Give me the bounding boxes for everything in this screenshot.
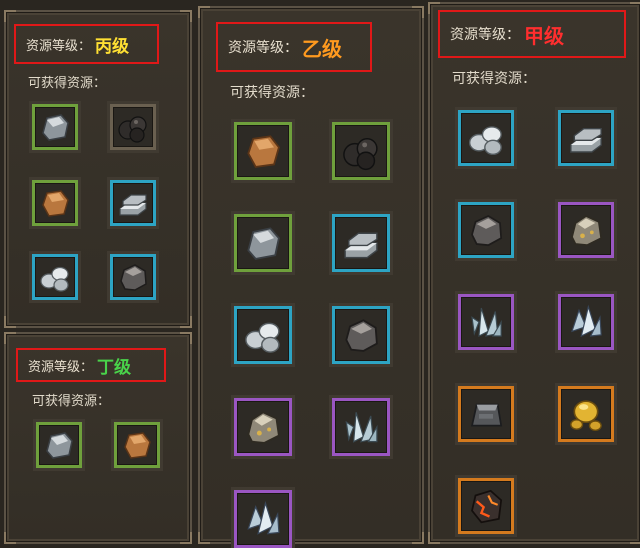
gold-speck-ore-icon: [571, 215, 603, 247]
resource-slot[interactable]: [332, 306, 390, 364]
resource-slot[interactable]: [234, 214, 292, 272]
panel-grade-yi: 资源等级： 乙级 可获得资源：: [198, 6, 424, 544]
silver-ingot-icon: [570, 127, 602, 153]
dark-ore-icon: [120, 264, 147, 291]
gold-speck-ore-icon: [247, 411, 280, 444]
copper-ore-icon: [42, 190, 69, 217]
resource-slot[interactable]: [332, 214, 390, 272]
coal-ore-icon: [343, 138, 378, 171]
resource-slot[interactable]: [332, 122, 390, 180]
stone-ore-icon: [42, 114, 69, 141]
resource-slot[interactable]: [458, 294, 514, 350]
coal-ore-icon: [118, 116, 147, 143]
silver-ingot-icon: [344, 232, 378, 259]
resource-slot[interactable]: [234, 398, 292, 456]
grade-title-box: 资源等级： 甲级: [438, 10, 626, 58]
resource-slot[interactable]: [234, 122, 292, 180]
resource-slot[interactable]: [558, 202, 614, 258]
crystal-shard-icon: [247, 500, 280, 535]
subtitle: 可获得资源：: [32, 394, 111, 409]
grade-label: 乙级: [302, 36, 342, 61]
title-prefix: 资源等级：: [228, 40, 298, 56]
title-prefix: 资源等级：: [450, 27, 520, 43]
resource-slot[interactable]: [458, 110, 514, 166]
resource-slot[interactable]: [234, 306, 292, 364]
dark-ore-icon: [345, 319, 378, 352]
resource-slot[interactable]: [458, 202, 514, 258]
resource-slot[interactable]: [332, 398, 390, 456]
gold-nugget-icon: [570, 400, 602, 432]
white-pebbles-icon: [40, 266, 69, 292]
white-pebbles-icon: [245, 322, 280, 353]
subtitle: 可获得资源：: [452, 71, 536, 87]
resource-slot[interactable]: [110, 254, 156, 300]
white-pebbles-icon: [468, 126, 502, 156]
grade-title-box: 资源等级： 丁级: [16, 348, 166, 382]
title-prefix: 资源等级：: [28, 359, 94, 375]
resource-slot[interactable]: [36, 422, 82, 468]
iron-ingot-icon: [470, 403, 503, 427]
resource-slot[interactable]: [32, 104, 78, 150]
crystal-shard-icon: [571, 304, 602, 338]
copper-ore-icon: [247, 135, 280, 168]
resource-slot[interactable]: [234, 490, 292, 548]
resource-slot[interactable]: [110, 104, 156, 150]
panel-grade-jia: 资源等级： 甲级 可获得资源：: [428, 2, 640, 544]
resource-slot[interactable]: [114, 422, 160, 468]
subtitle: 可获得资源：: [28, 76, 107, 91]
copper-ore-icon: [124, 432, 151, 459]
silver-ingot-icon: [119, 194, 147, 216]
resource-slot[interactable]: [558, 110, 614, 166]
crystal-cluster-icon: [345, 412, 378, 443]
grade-title-box: 资源等级： 乙级: [216, 22, 372, 72]
dark-ore-icon: [471, 215, 503, 247]
stone-ore-icon: [247, 227, 280, 260]
lava-ore-icon: [471, 489, 503, 524]
resource-slot[interactable]: [458, 386, 514, 442]
grade-label: 丁级: [97, 357, 132, 378]
resource-slot[interactable]: [458, 478, 514, 534]
stone-ore-icon: [46, 432, 73, 459]
resource-slot[interactable]: [32, 180, 78, 226]
subtitle: 可获得资源：: [230, 85, 314, 101]
resource-slot[interactable]: [558, 386, 614, 442]
resource-slot[interactable]: [110, 180, 156, 226]
grade-label: 丙级: [95, 36, 130, 57]
crystal-cluster-icon: [471, 307, 502, 337]
resource-slot[interactable]: [32, 254, 78, 300]
panel-grade-ding: 资源等级： 丁级 可获得资源：: [4, 332, 192, 544]
title-prefix: 资源等级：: [26, 38, 92, 54]
grade-label: 甲级: [524, 23, 564, 48]
grade-title-box: 资源等级： 丙级: [14, 24, 159, 64]
resource-slot[interactable]: [558, 294, 614, 350]
